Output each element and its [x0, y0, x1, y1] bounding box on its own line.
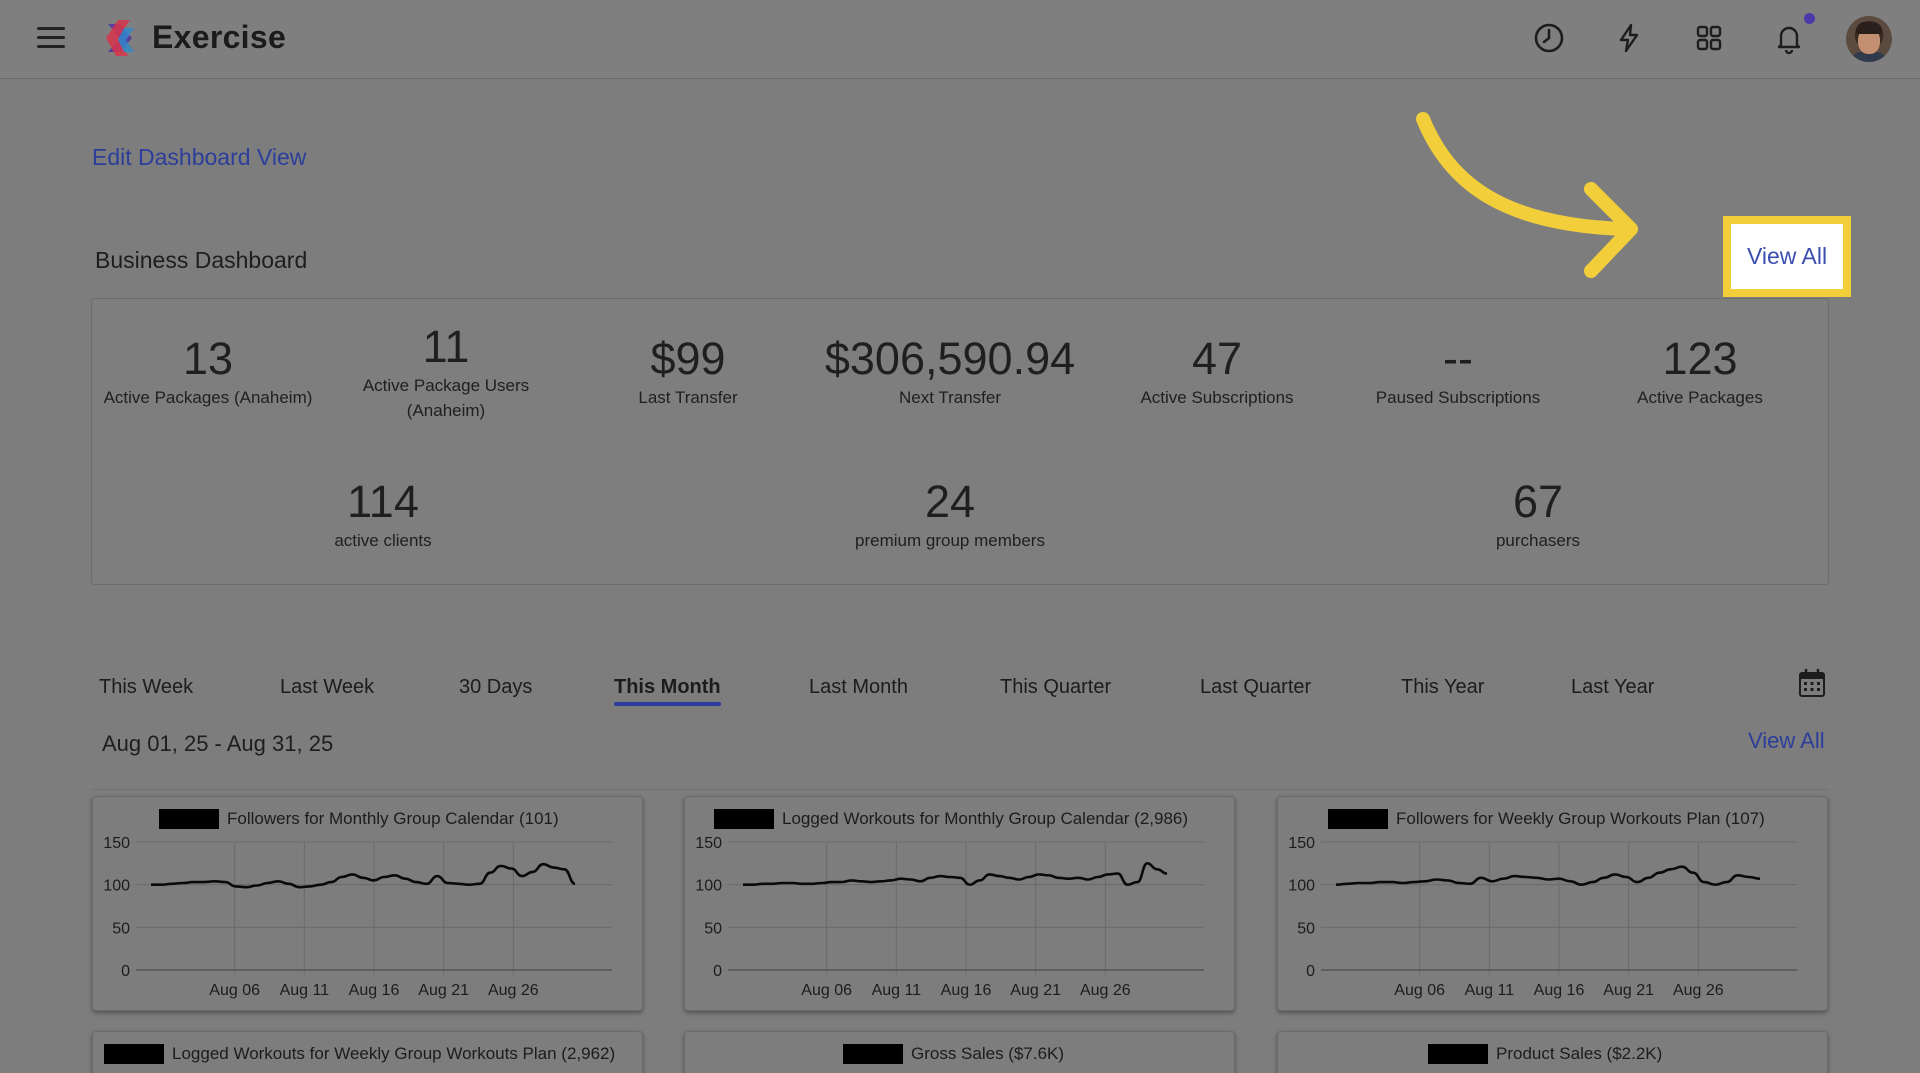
line-chart: 150 100 50 0 Aug 06 Aug 11 Aug 16 Aug 21 Aug 26 — [695, 835, 1204, 999]
chart-legend: Logged Workouts for Weekly Group Workout… — [104, 1044, 615, 1064]
tab-this-month[interactable]: This Month — [614, 676, 721, 699]
stat-premium-group-members[interactable]: 24 premium group members — [820, 476, 1080, 553]
chart-legend: Product Sales ($2.2K) — [1428, 1044, 1662, 1064]
tab-this-year[interactable]: This Year — [1401, 676, 1484, 699]
apps-grid-icon[interactable] — [1691, 20, 1727, 56]
x-tick-label: Aug 16 — [941, 982, 992, 999]
chart-card[interactable]: Logged Workouts for Monthly Group Calend… — [684, 796, 1235, 1011]
date-range: Aug 01, 25 - Aug 31, 25 — [102, 731, 334, 756]
lightning-icon[interactable] — [1611, 20, 1647, 56]
series-line — [150, 862, 576, 889]
section-title: Business Dashboard — [95, 247, 308, 273]
chart-card[interactable]: Gross Sales ($7.6K) — [684, 1031, 1235, 1073]
line-chart: 150 100 50 0 Aug 06 Aug 11 Aug 16 Aug 21 Aug 26 — [1288, 835, 1797, 999]
y-tick-label: 50 — [704, 920, 722, 937]
brand-name[interactable]: Exercise — [152, 19, 286, 56]
chart-title: Gross Sales ($7.6K) — [911, 1044, 1065, 1063]
x-tick-label: Aug 26 — [1673, 982, 1724, 999]
series-line — [742, 862, 1168, 886]
x-tick-label: Aug 06 — [1394, 982, 1445, 999]
y-tick-label: 50 — [1297, 920, 1315, 937]
calendar-icon[interactable] — [1798, 668, 1826, 698]
active-tab-indicator — [614, 702, 721, 706]
y-tick-label: 100 — [1288, 878, 1315, 895]
x-tick-label: Aug 11 — [872, 982, 922, 999]
legend-swatch — [1428, 1044, 1488, 1064]
x-tick-label: Aug 16 — [349, 982, 400, 999]
section-divider — [91, 789, 1829, 790]
stat-next-transfer[interactable]: $306,590.94 Next Transfer — [810, 333, 1090, 410]
y-tick-label: 150 — [695, 835, 722, 852]
legend-swatch — [843, 1044, 903, 1064]
x-tick-label: Aug 21 — [418, 982, 469, 999]
avatar[interactable] — [1846, 16, 1892, 62]
stat-active-subscriptions[interactable]: 47 Active Subscriptions — [1117, 333, 1317, 410]
line-chart: 150 100 50 0 Aug 06 Aug 11 Aug 16 Aug 21 Aug 26 — [103, 835, 612, 999]
y-tick-label: 0 — [1306, 963, 1315, 980]
chart-card[interactable]: Followers for Monthly Group Calendar (10… — [92, 796, 643, 1011]
chart-card[interactable]: Product Sales ($2.2K) — [1277, 1031, 1828, 1073]
x-tick-label: Aug 26 — [1080, 982, 1131, 999]
y-tick-label: 150 — [103, 835, 130, 852]
edit-dashboard-view-link[interactable]: Edit Dashboard View — [92, 144, 306, 171]
stat-purchasers[interactable]: 67 purchasers — [1438, 476, 1638, 553]
y-tick-label: 100 — [103, 878, 130, 895]
tab-last-quarter[interactable]: Last Quarter — [1200, 676, 1311, 699]
y-tick-label: 50 — [112, 920, 130, 937]
tab-last-year[interactable]: Last Year — [1571, 676, 1654, 699]
clock-icon[interactable] — [1531, 20, 1567, 56]
x-tick-label: Aug 06 — [209, 982, 260, 999]
legend-swatch — [104, 1044, 164, 1064]
stat-active-packages-anaheim[interactable]: 13 Active Packages (Anaheim) — [103, 333, 313, 410]
stat-active-packages[interactable]: 123 Active Packages — [1600, 333, 1800, 410]
hamburger-menu-icon[interactable] — [37, 27, 65, 49]
view-all-button[interactable]: View All — [1723, 216, 1851, 297]
chart-title: Product Sales ($2.2K) — [1496, 1044, 1663, 1063]
view-all-charts-link[interactable]: View All — [1748, 728, 1825, 754]
stats-card: 13 Active Packages (Anaheim) 11 Active P… — [91, 298, 1829, 585]
series-line — [1335, 865, 1761, 886]
bell-icon[interactable] — [1771, 20, 1807, 56]
stat-active-clients[interactable]: 114 active clients — [283, 476, 483, 553]
brand-logo-icon — [106, 20, 134, 56]
y-tick-label: 150 — [1288, 835, 1315, 852]
chart-card[interactable]: Followers for Weekly Group Workouts Plan… — [1277, 796, 1828, 1011]
tab-last-month[interactable]: Last Month — [809, 676, 908, 699]
chart-title: Logged Workouts for Weekly Group Workout… — [172, 1044, 616, 1063]
tab-this-quarter[interactable]: This Quarter — [1000, 676, 1111, 699]
x-tick-label: Aug 26 — [488, 982, 539, 999]
top-bar: Exercise — [0, 0, 1920, 79]
notification-dot — [1804, 13, 1815, 24]
stat-last-transfer[interactable]: $99 Last Transfer — [588, 333, 788, 410]
highlight-arrow-icon — [1416, 112, 1638, 278]
x-tick-label: Aug 06 — [801, 982, 852, 999]
y-tick-label: 100 — [695, 878, 722, 895]
stat-paused-subscriptions[interactable]: -- Paused Subscriptions — [1358, 333, 1558, 410]
tab-last-week[interactable]: Last Week — [280, 676, 374, 699]
stat-active-package-users-anaheim[interactable]: 11 Active Package Users (Anaheim) — [356, 321, 536, 423]
y-tick-label: 0 — [121, 963, 130, 980]
x-tick-label: Aug 16 — [1534, 982, 1585, 999]
tab-this-week[interactable]: This Week — [99, 676, 193, 699]
chart-legend: Gross Sales ($7.6K) — [843, 1044, 1064, 1064]
x-tick-label: Aug 11 — [280, 982, 330, 999]
x-tick-label: Aug 21 — [1010, 982, 1061, 999]
tab-30-days[interactable]: 30 Days — [459, 676, 532, 699]
x-tick-label: Aug 11 — [1465, 982, 1515, 999]
y-tick-label: 0 — [713, 963, 722, 980]
chart-card[interactable]: Logged Workouts for Weekly Group Workout… — [92, 1031, 643, 1073]
x-tick-label: Aug 21 — [1603, 982, 1654, 999]
